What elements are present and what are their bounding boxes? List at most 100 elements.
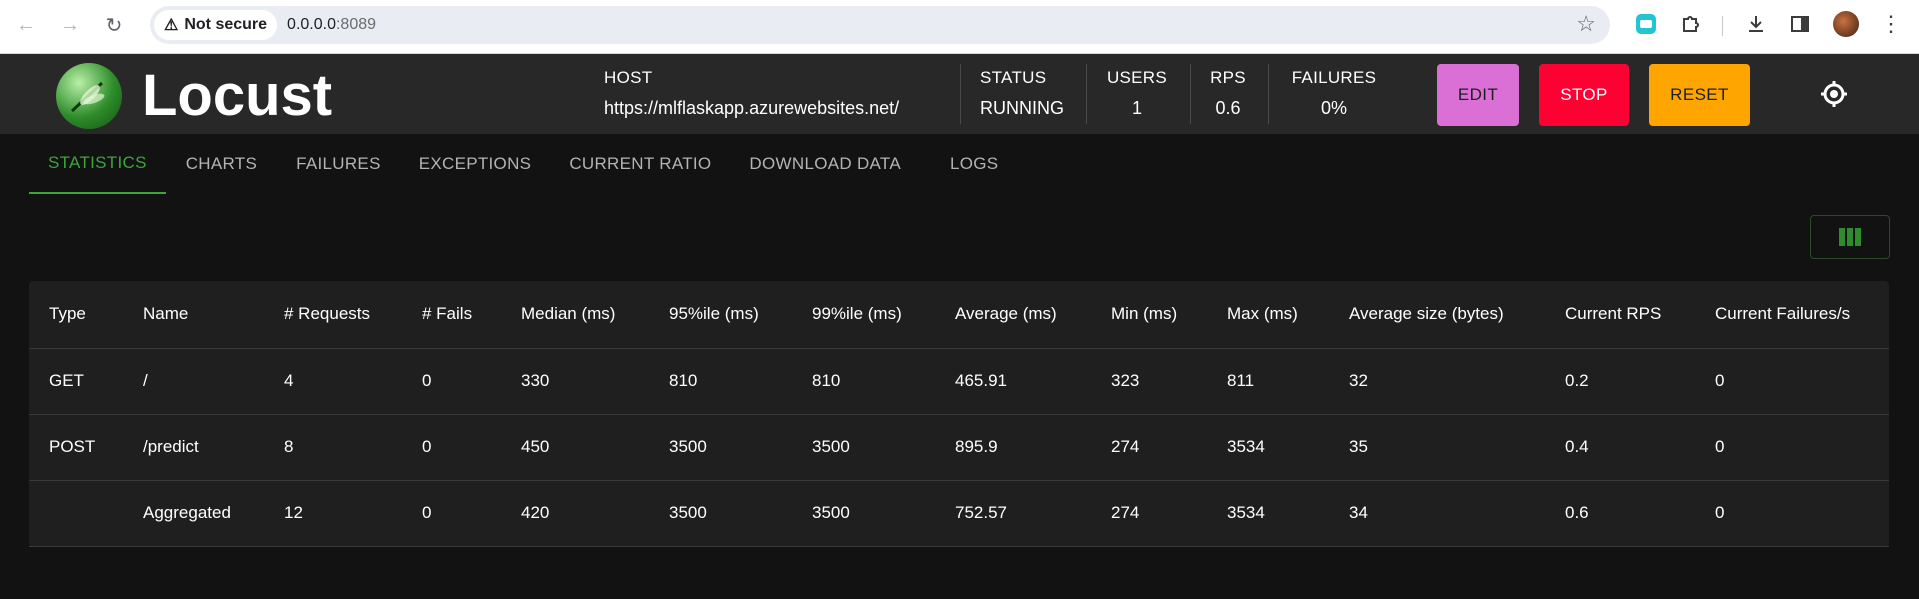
- col-current-rps[interactable]: Current RPS: [1545, 281, 1695, 349]
- stop-button[interactable]: STOP: [1539, 64, 1629, 126]
- address-bar[interactable]: ⚠ Not secure 0.0.0.0:8089 ☆: [150, 6, 1610, 44]
- tab-statistics[interactable]: STATISTICS: [29, 134, 166, 194]
- failures-value: 0%: [1320, 98, 1347, 118]
- col-max[interactable]: Max (ms): [1207, 281, 1329, 349]
- tab-download-data[interactable]: DOWNLOAD DATA: [730, 134, 920, 194]
- col-95ile[interactable]: 95%ile (ms): [649, 281, 792, 349]
- cell-current-rps: 0.2: [1545, 348, 1695, 415]
- cell-average: 752.57: [935, 480, 1091, 547]
- failures-block: FAILURES 0%: [1288, 68, 1380, 119]
- url-text[interactable]: 0.0.0.0:8089: [287, 16, 376, 34]
- side-panel-icon[interactable]: [1786, 10, 1814, 38]
- edit-button[interactable]: EDIT: [1437, 64, 1519, 126]
- table-row: GET / 4 0 330 810 810 465.91 323 811 32 …: [29, 348, 1889, 415]
- rps-label: RPS: [1210, 68, 1246, 87]
- profile-avatar[interactable]: [1832, 10, 1860, 38]
- cell-max: 3534: [1207, 414, 1329, 481]
- cell-fails: 0: [402, 348, 501, 415]
- column-selector-button[interactable]: [1810, 215, 1890, 259]
- rps-block: RPS 0.6: [1208, 68, 1248, 119]
- col-average[interactable]: Average (ms): [935, 281, 1091, 349]
- browser-toolbar: ← → ↻ ⚠ Not secure 0.0.0.0:8089 ☆ ⋮: [0, 0, 1919, 54]
- tab-bar: STATISTICS CHARTS FAILURES EXCEPTIONS CU…: [29, 134, 1017, 194]
- cell-current-failures: 0: [1695, 414, 1889, 481]
- col-median[interactable]: Median (ms): [501, 281, 649, 349]
- cell-min: 274: [1091, 480, 1207, 547]
- header-divider: [1268, 64, 1269, 124]
- rps-value: 0.6: [1215, 98, 1241, 118]
- tab-logs[interactable]: LOGS: [920, 134, 1017, 194]
- locust-logo-icon: [56, 62, 122, 129]
- col-99ile[interactable]: 99%ile (ms): [792, 281, 935, 349]
- cell-99ile: 810: [792, 348, 935, 415]
- col-avg-size[interactable]: Average size (bytes): [1329, 281, 1545, 349]
- cell-type: GET: [29, 348, 123, 415]
- extension-chat-icon[interactable]: [1632, 10, 1660, 38]
- tab-failures[interactable]: FAILURES: [277, 134, 400, 194]
- forward-icon[interactable]: →: [52, 7, 88, 43]
- col-type[interactable]: Type: [29, 281, 123, 349]
- url-port: :8089: [335, 16, 377, 33]
- cell-median: 450: [501, 414, 649, 481]
- cell-95ile: 810: [649, 348, 792, 415]
- col-requests[interactable]: # Requests: [264, 281, 402, 349]
- security-chip[interactable]: ⚠ Not secure: [154, 10, 278, 40]
- cell-average: 895.9: [935, 414, 1091, 481]
- tab-exceptions[interactable]: EXCEPTIONS: [400, 134, 551, 194]
- status-value: RUNNING: [980, 98, 1064, 118]
- cell-current-rps: 0.4: [1545, 414, 1695, 481]
- cell-min: 323: [1091, 348, 1207, 415]
- cell-requests: 8: [264, 414, 402, 481]
- cell-99ile: 3500: [792, 480, 935, 547]
- col-min[interactable]: Min (ms): [1091, 281, 1207, 349]
- cell-median: 420: [501, 480, 649, 547]
- users-block: USERS 1: [1106, 68, 1168, 119]
- cell-current-failures: 0: [1695, 480, 1889, 547]
- cell-type: [29, 480, 123, 547]
- cell-requests: 12: [264, 480, 402, 547]
- statistics-table: Type Name # Requests # Fails Median (ms)…: [29, 281, 1889, 547]
- host-label: HOST: [604, 68, 653, 87]
- cell-max: 811: [1207, 348, 1329, 415]
- cell-avg-size: 35: [1329, 414, 1545, 481]
- cell-name: /predict: [123, 414, 264, 481]
- download-icon[interactable]: [1742, 10, 1770, 38]
- cell-current-failures: 0: [1695, 348, 1889, 415]
- reload-icon[interactable]: ↻: [96, 7, 132, 43]
- cell-name: Aggregated: [123, 480, 264, 547]
- theme-toggle-icon[interactable]: [1820, 80, 1848, 108]
- cell-avg-size: 34: [1329, 480, 1545, 547]
- cell-name: /: [123, 348, 264, 415]
- header-divider: [960, 64, 961, 124]
- cell-average: 465.91: [935, 348, 1091, 415]
- columns-icon: [1839, 228, 1861, 246]
- col-current-failures[interactable]: Current Failures/s: [1695, 281, 1889, 349]
- status-block: STATUS RUNNING: [980, 68, 1064, 119]
- cell-95ile: 3500: [649, 414, 792, 481]
- app-logo[interactable]: Locust: [56, 62, 332, 129]
- cell-type: POST: [29, 414, 123, 481]
- table-row-aggregated: Aggregated 12 0 420 3500 3500 752.57 274…: [29, 480, 1889, 547]
- back-icon[interactable]: ←: [8, 7, 44, 43]
- table-row: POST /predict 8 0 450 3500 3500 895.9 27…: [29, 414, 1889, 481]
- col-name[interactable]: Name: [123, 281, 264, 349]
- browser-menu-icon[interactable]: ⋮: [1877, 10, 1905, 38]
- puzzle-extensions-icon[interactable]: [1677, 10, 1705, 38]
- cell-99ile: 3500: [792, 414, 935, 481]
- table-header-row: Type Name # Requests # Fails Median (ms)…: [29, 281, 1889, 349]
- warning-icon: ⚠: [164, 17, 179, 34]
- cell-avg-size: 32: [1329, 348, 1545, 415]
- cell-min: 274: [1091, 414, 1207, 481]
- host-block: HOST https://mlflaskapp.azurewebsites.ne…: [604, 68, 899, 119]
- users-label: USERS: [1106, 68, 1168, 87]
- users-value: 1: [1131, 98, 1142, 118]
- tab-charts[interactable]: CHARTS: [166, 134, 277, 194]
- app-name: Locust: [142, 63, 333, 128]
- tab-current-ratio[interactable]: CURRENT RATIO: [550, 134, 730, 194]
- bookmark-star-icon[interactable]: ☆: [1576, 11, 1596, 37]
- url-host: 0.0.0.0: [287, 16, 336, 33]
- cell-median: 330: [501, 348, 649, 415]
- col-fails[interactable]: # Fails: [402, 281, 501, 349]
- cell-fails: 0: [402, 480, 501, 547]
- reset-button[interactable]: RESET: [1649, 64, 1750, 126]
